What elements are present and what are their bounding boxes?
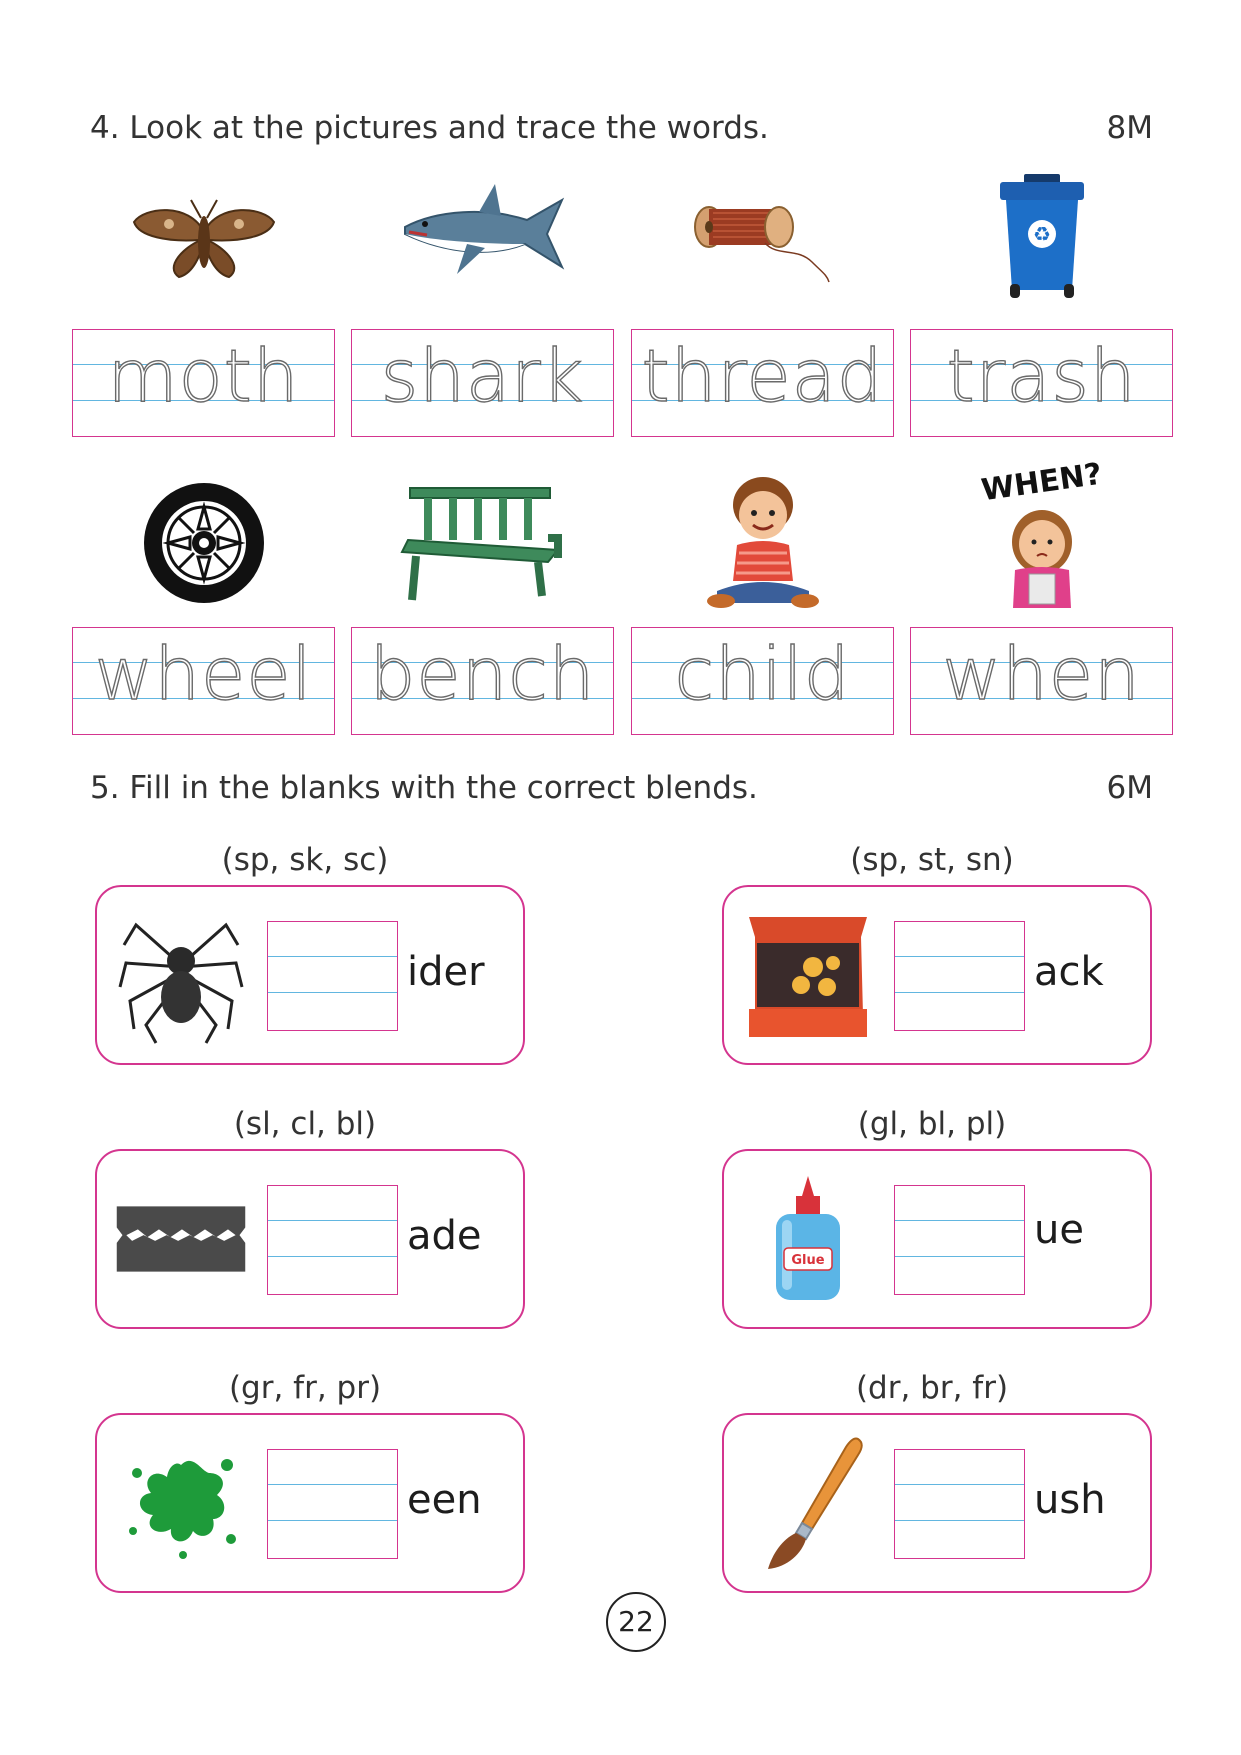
blend-card-glue: Glue ue	[722, 1149, 1152, 1329]
trace-box-bench[interactable]: bench	[351, 627, 614, 735]
glue-bottle-icon: Glue	[738, 1169, 878, 1309]
question-4-title: 4. Look at the pictures and trace the wo…	[90, 110, 769, 146]
thread-spool-icon	[630, 172, 893, 302]
when-caption: WHEN?	[979, 460, 1104, 508]
blend-hint: (gl, bl, pl)	[857, 1106, 1007, 1142]
snack-bag-icon	[738, 905, 878, 1045]
word-ending: ue	[1034, 1207, 1084, 1253]
razor-blade-icon	[111, 1169, 251, 1309]
green-splash-icon	[111, 1433, 251, 1573]
blend-hint: (gr, fr, pr)	[228, 1370, 382, 1406]
question-5-title: 5. Fill in the blanks with the correct b…	[90, 770, 758, 806]
trace-box-trash[interactable]: trash	[910, 329, 1173, 437]
blend-card-blade: ade	[95, 1149, 525, 1329]
trace-box-moth[interactable]: moth	[72, 329, 335, 437]
wheel-icon	[72, 478, 335, 608]
trace-box-thread[interactable]: thread	[631, 329, 894, 437]
blend-hint: (sl, cl, bl)	[233, 1106, 377, 1142]
trace-box-when[interactable]: when	[910, 627, 1173, 735]
blend-answer-box[interactable]	[894, 1449, 1025, 1559]
word-ending: ush	[1034, 1477, 1106, 1523]
moth-icon	[72, 172, 335, 302]
trace-word: when	[942, 631, 1141, 716]
word-ending: ade	[407, 1213, 482, 1259]
trace-word: trash	[946, 333, 1137, 418]
word-ending: ider	[407, 949, 485, 995]
blend-answer-box[interactable]	[894, 921, 1025, 1031]
trace-box-shark[interactable]: shark	[351, 329, 614, 437]
trace-box-wheel[interactable]: wheel	[72, 627, 335, 735]
word-ending: ack	[1034, 949, 1104, 995]
blend-answer-box[interactable]	[267, 1449, 398, 1559]
word-ending: een	[407, 1477, 482, 1523]
blend-hint: (sp, sk, sc)	[221, 842, 389, 878]
question-5-marks: 6M	[1106, 770, 1153, 806]
girl-thinking-icon: WHEN?	[910, 460, 1173, 608]
trace-box-child[interactable]: child	[631, 627, 894, 735]
bench-icon	[351, 478, 614, 608]
trace-word: wheel	[94, 631, 313, 716]
recycle-bin-icon: ♻	[910, 172, 1173, 302]
blend-card-green: een	[95, 1413, 525, 1593]
trace-word: bench	[369, 631, 596, 716]
question-4-marks: 8M	[1106, 110, 1153, 146]
child-icon	[631, 477, 894, 608]
page-number: 22	[606, 1592, 666, 1652]
trace-word: moth	[107, 333, 300, 418]
blend-hint: (dr, br, fr)	[855, 1370, 1009, 1406]
trace-word: thread	[641, 333, 884, 418]
blend-answer-box[interactable]	[894, 1185, 1025, 1295]
blend-hint: (sp, st, sn)	[850, 842, 1014, 878]
svg-text:♻: ♻	[1033, 222, 1051, 246]
blend-answer-box[interactable]	[267, 921, 398, 1031]
spider-icon	[111, 905, 251, 1045]
glue-label: Glue	[791, 1253, 824, 1268]
blend-answer-box[interactable]	[267, 1185, 398, 1295]
trace-word: shark	[380, 333, 585, 418]
blend-card-snack: ack	[722, 885, 1152, 1065]
blend-card-spider: ider	[95, 885, 525, 1065]
paint-brush-icon	[738, 1433, 878, 1573]
trace-word: child	[674, 631, 851, 716]
shark-icon	[350, 172, 613, 302]
blend-card-brush: ush	[722, 1413, 1152, 1593]
